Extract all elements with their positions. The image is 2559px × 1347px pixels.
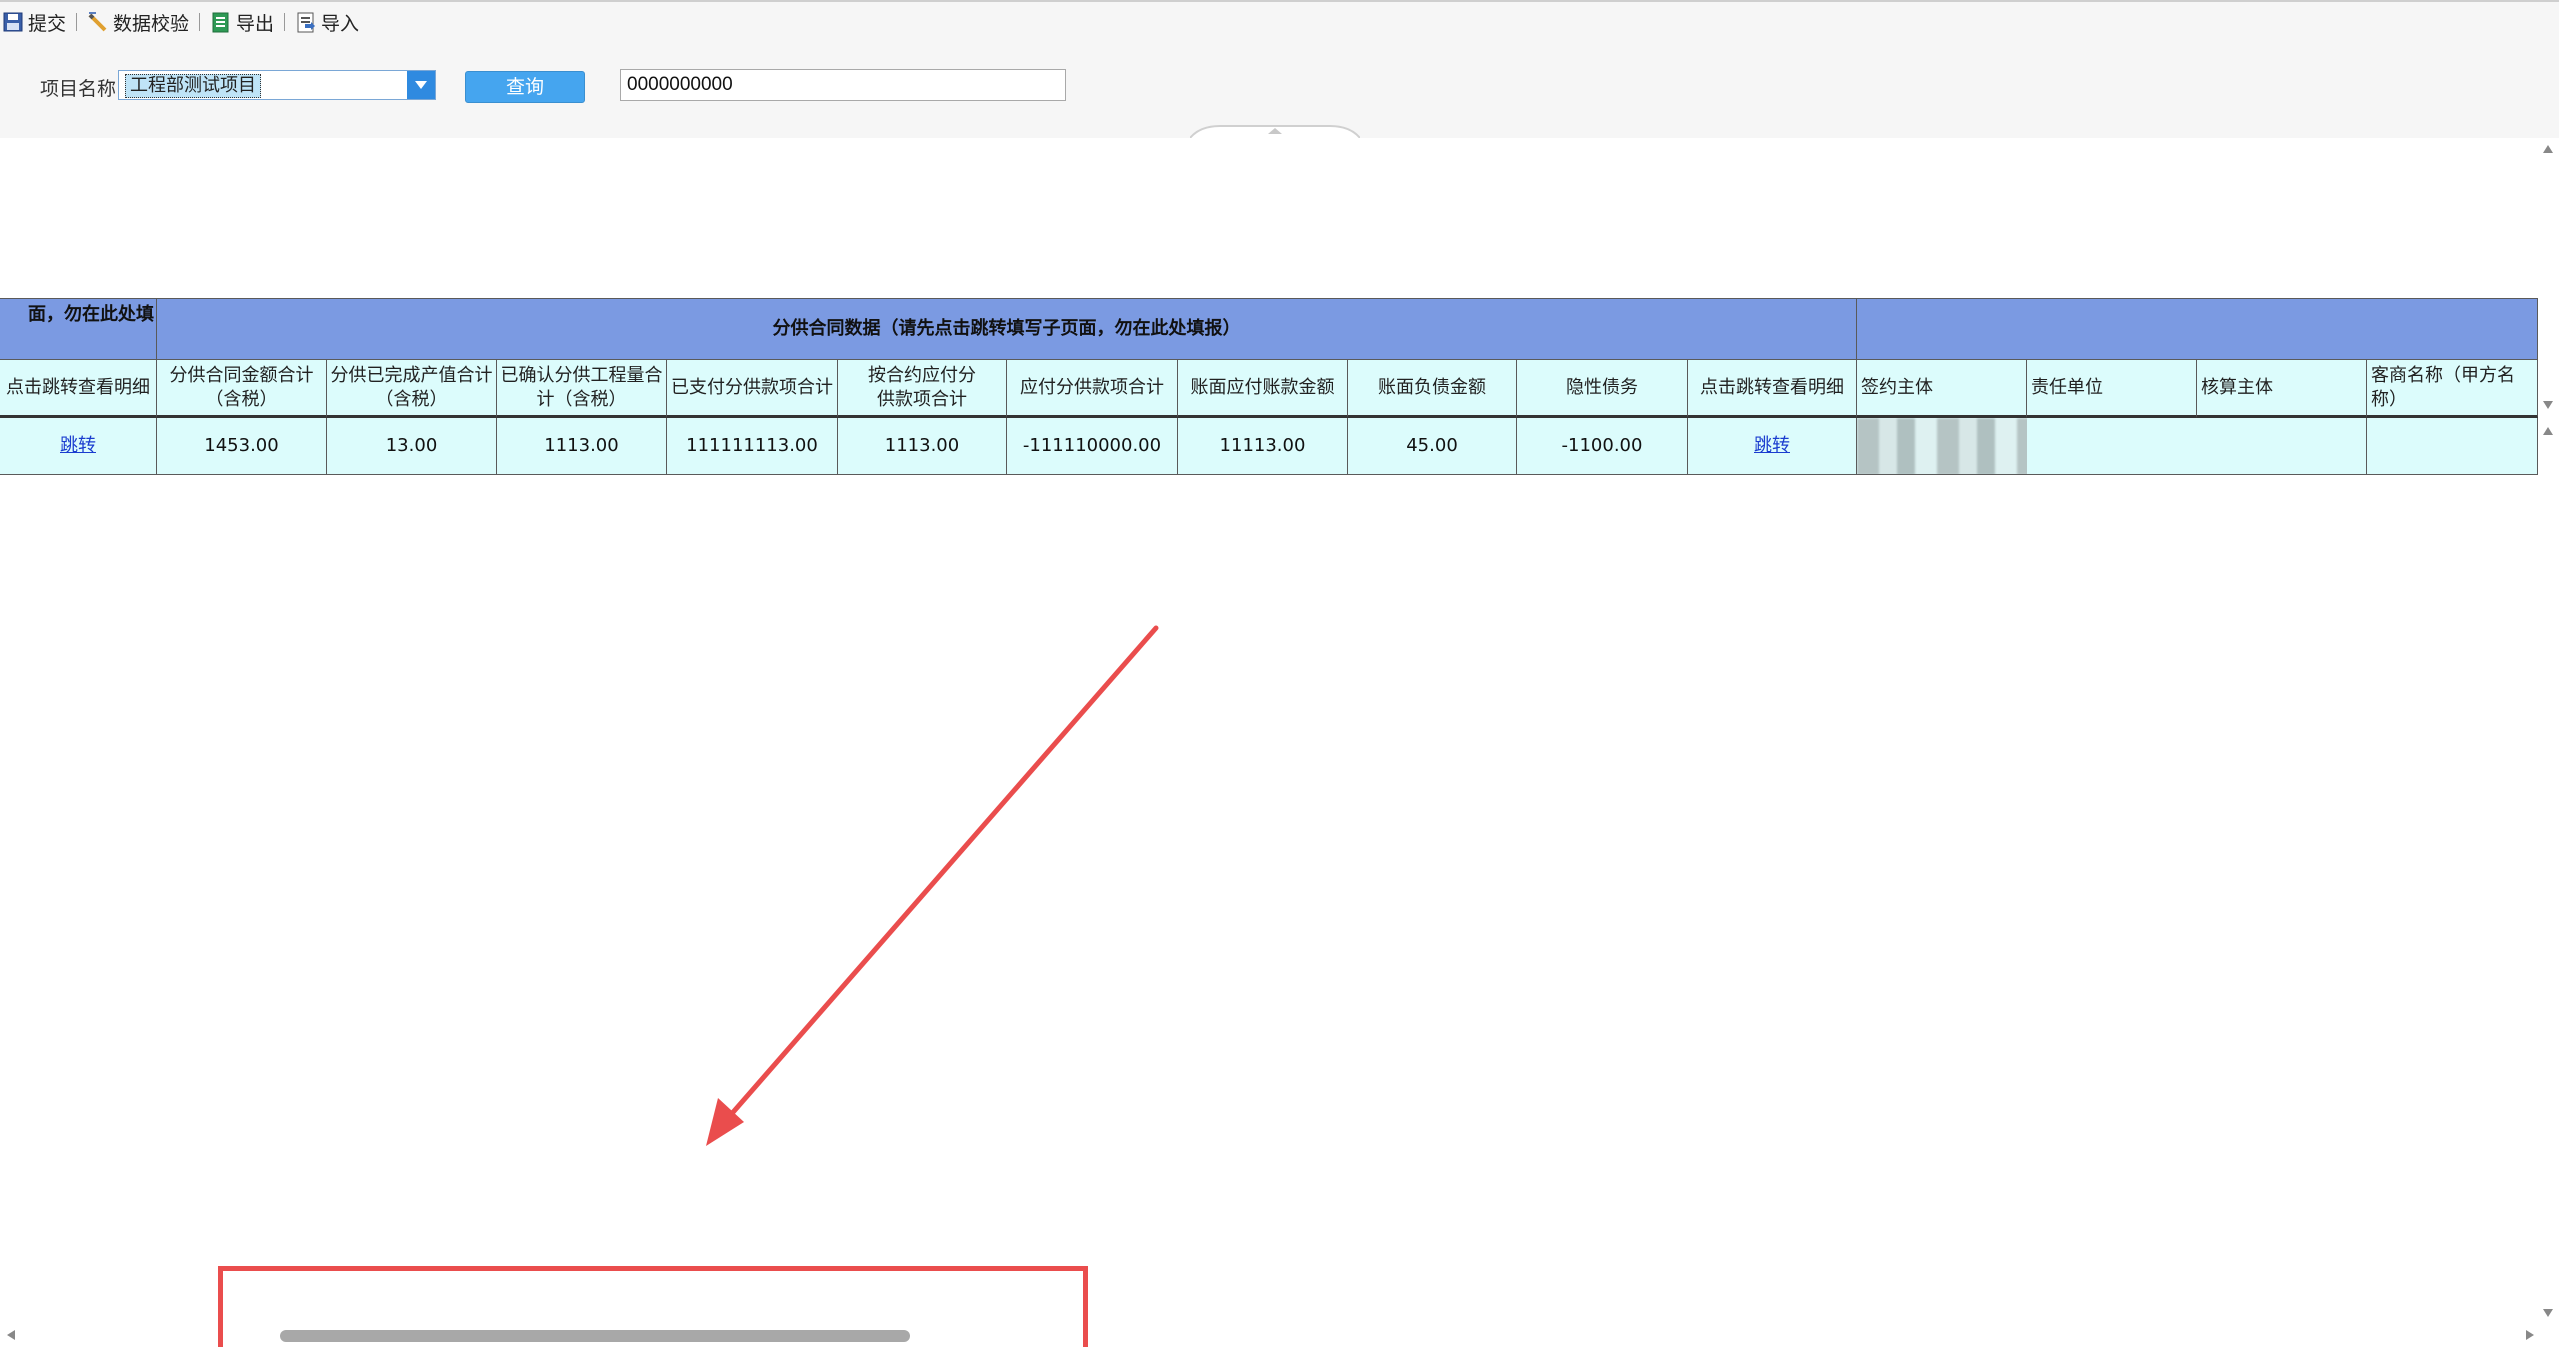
table-cell: -111110000.00 xyxy=(1007,418,1178,475)
column-header: 账面应付账款金额 xyxy=(1178,360,1348,418)
code-input[interactable] xyxy=(620,69,1066,101)
data-check-label: 数据校验 xyxy=(113,12,190,35)
group-header-right xyxy=(1857,298,2538,360)
data-check-button[interactable]: 数据校验 xyxy=(87,7,189,37)
project-select[interactable]: 工程部测试项目 xyxy=(118,70,436,100)
scroll-left-icon[interactable] xyxy=(4,1328,18,1342)
collapse-panel-icon[interactable] xyxy=(1190,124,1360,138)
import-button[interactable]: 导入 xyxy=(295,7,359,37)
toolbar-divider xyxy=(76,13,78,31)
column-header: 核算主体 xyxy=(2197,360,2367,418)
column-header: 客商名称（甲方名称） xyxy=(2367,360,2538,418)
column-header: 点击跳转查看明细 xyxy=(1688,360,1857,418)
scroll-right-icon[interactable] xyxy=(2523,1328,2537,1342)
project-select-value: 工程部测试项目 xyxy=(125,74,261,98)
table-cell-redacted xyxy=(2197,418,2367,475)
export-icon xyxy=(212,12,229,33)
group-header-partial: 面，勿在此处填 xyxy=(0,298,157,360)
export-button[interactable]: 导出 xyxy=(210,7,274,37)
annotation-arrow-icon xyxy=(706,625,1159,1146)
submit-label: 提交 xyxy=(28,12,67,35)
table-cell: -1100.00 xyxy=(1517,418,1688,475)
toolbar-divider xyxy=(284,13,286,31)
table-cell: 11113.00 xyxy=(1178,418,1348,475)
table-cell: 1113.00 xyxy=(838,418,1007,475)
save-icon xyxy=(3,12,23,32)
table-cell xyxy=(2367,418,2538,475)
scroll-up-icon[interactable] xyxy=(2541,142,2555,156)
query-button[interactable]: 查询 xyxy=(465,71,585,103)
query-bar: 项目名称 工程部测试项目 查询 xyxy=(0,42,2559,138)
column-header: 隐性债务 xyxy=(1517,360,1688,418)
pencil-icon xyxy=(88,12,107,32)
table-cell: 13.00 xyxy=(327,418,497,475)
table-cell: 1113.00 xyxy=(497,418,667,475)
column-header: 已确认分供工程量合计（含税） xyxy=(497,360,667,418)
table-cell-link: 跳转 xyxy=(1688,418,1857,475)
table-cell-redacted xyxy=(1857,418,2027,475)
column-header: 按合约应付分供款项合计 xyxy=(838,360,1007,418)
dropdown-arrow-icon[interactable] xyxy=(407,71,435,99)
table-cell: 111111113.00 xyxy=(667,418,838,475)
scroll-down-icon[interactable] xyxy=(2541,398,2555,412)
app-window: 提交 数据校验 导出 导入 项目名称 工程部测试项目 查询 0000000000… xyxy=(0,0,2559,1347)
export-label: 导出 xyxy=(236,12,275,35)
column-header: 责任单位 xyxy=(2027,360,2197,418)
group-header-subcontract: 分供合同数据（请先点击跳转填写子页面，勿在此处填报） xyxy=(157,298,1857,360)
column-header: 点击跳转查看明细 xyxy=(0,360,157,418)
column-header: 分供已完成产值合计（含税） xyxy=(327,360,497,418)
column-header: 账面负债金额 xyxy=(1348,360,1517,418)
table-cell: 45.00 xyxy=(1348,418,1517,475)
redacted-region xyxy=(1857,418,2027,474)
scroll-down-icon[interactable] xyxy=(2541,1306,2555,1320)
import-icon xyxy=(297,12,316,33)
table-cell: 1453.00 xyxy=(157,418,327,475)
table-cell-redacted xyxy=(2027,418,2197,475)
column-header: 签约主体 xyxy=(1857,360,2027,418)
table-cell-link: 跳转 xyxy=(0,418,157,475)
column-header: 已支付分供款项合计 xyxy=(667,360,838,418)
jump-link[interactable]: 跳转 xyxy=(1754,434,1790,458)
column-header: 分供合同金额合计（含税） xyxy=(157,360,327,418)
column-header: 应付分供款项合计 xyxy=(1007,360,1178,418)
submit-button[interactable]: 提交 xyxy=(2,7,66,37)
toolbar-divider xyxy=(199,13,201,31)
import-label: 导入 xyxy=(321,12,360,35)
toolbar: 提交 数据校验 导出 导入 xyxy=(0,0,2559,42)
jump-link[interactable]: 跳转 xyxy=(60,434,96,458)
scroll-up-icon[interactable] xyxy=(2541,424,2555,438)
project-name-label: 项目名称 xyxy=(40,78,117,100)
horizontal-scrollbar-thumb[interactable] xyxy=(280,1330,910,1342)
